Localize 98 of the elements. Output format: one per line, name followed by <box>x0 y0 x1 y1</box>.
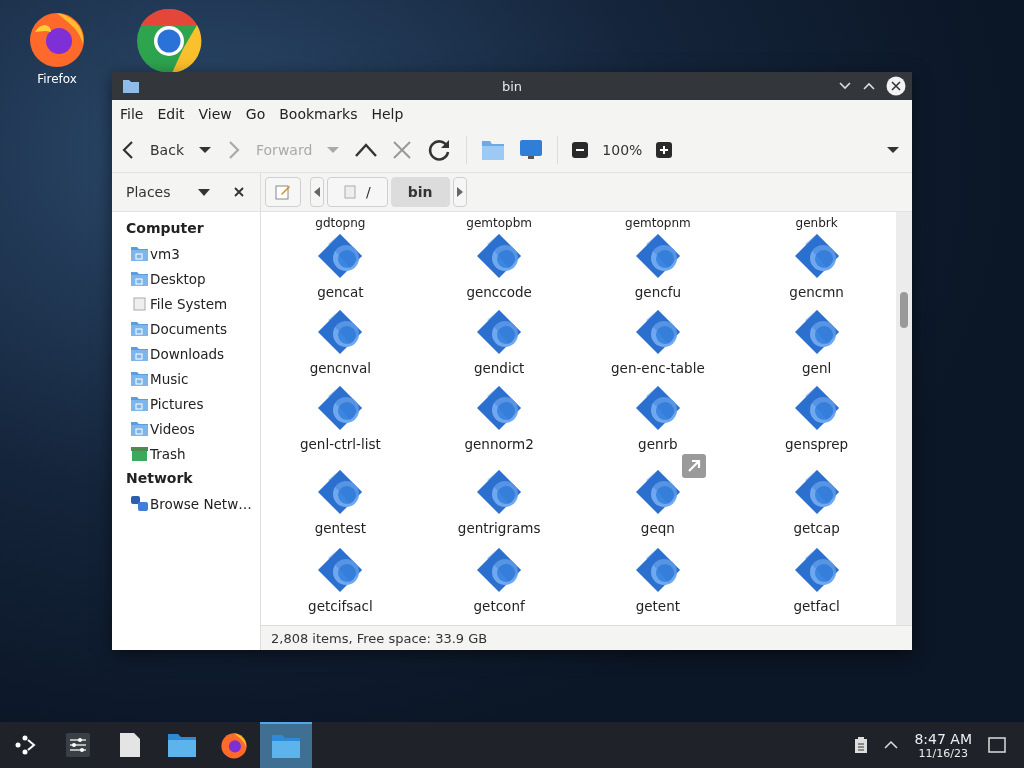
file-name[interactable]: getcap <box>793 520 840 537</box>
settings-icon <box>65 732 91 758</box>
executable-gear-icon[interactable] <box>316 384 365 432</box>
sidebar-item[interactable]: Trash <box>150 445 186 462</box>
show-desktop-icon[interactable] <box>988 737 1006 753</box>
file-name[interactable]: gentrigrams <box>457 520 541 537</box>
clock-date[interactable]: 11/16/23 <box>918 746 968 760</box>
file-name[interactable]: gen-enc-table <box>611 360 705 377</box>
section-heading: Computer <box>126 219 205 238</box>
folder-icon <box>167 732 197 758</box>
chevron-up-icon[interactable] <box>884 740 899 750</box>
file-name[interactable]: gencfu <box>634 284 681 301</box>
folder-icon <box>122 78 140 94</box>
menu-item[interactable]: Help <box>365 104 410 124</box>
zoom-out-icon[interactable] <box>572 142 589 158</box>
clock-time[interactable]: 8:47 AM <box>914 730 972 747</box>
overflow-menu-icon[interactable] <box>886 146 900 154</box>
folder-icon <box>131 321 148 336</box>
file-name[interactable]: genccode <box>466 284 532 301</box>
drive-icon <box>131 296 148 311</box>
file-name[interactable]: gencat <box>317 284 364 301</box>
sidebar-item[interactable]: Pictures <box>150 395 204 412</box>
file-name[interactable]: gentest <box>314 520 367 537</box>
path-segment-button[interactable]: / <box>327 177 388 207</box>
executable-gear-icon[interactable] <box>475 232 524 280</box>
executable-gear-icon[interactable] <box>316 468 365 516</box>
window-title: bin <box>501 78 523 94</box>
file-name[interactable]: gemtopnm <box>625 216 691 230</box>
section-heading: Network <box>126 469 194 488</box>
menu-item[interactable]: Bookmarks <box>273 104 364 124</box>
file-name[interactable]: gendict <box>473 360 525 377</box>
executable-gear-icon[interactable] <box>475 308 524 356</box>
file-name[interactable]: genbrk <box>795 216 838 230</box>
drive-icon <box>344 185 356 199</box>
menu-item[interactable]: Go <box>239 104 272 124</box>
file-name[interactable]: getent <box>635 598 681 615</box>
right-triangle-icon <box>456 187 463 197</box>
sidebar-item[interactable]: Music <box>150 370 189 387</box>
network-icon <box>131 496 148 511</box>
minimize-icon[interactable] <box>838 81 852 91</box>
sidebar-item[interactable]: Documents <box>150 320 227 337</box>
executable-gear-icon[interactable] <box>475 384 524 432</box>
path-segment-button[interactable]: bin <box>390 177 450 207</box>
menu-item[interactable]: Edit <box>151 104 191 124</box>
zoom-level: 100% <box>602 142 643 158</box>
monitor-icon[interactable] <box>519 139 544 161</box>
folder-icon <box>131 271 148 286</box>
executable-gear-icon[interactable] <box>475 468 524 516</box>
trash-icon <box>131 446 148 461</box>
sidebar-item[interactable]: Desktop <box>150 270 206 287</box>
sidebar-item[interactable]: vm3 <box>150 245 180 262</box>
caret-icon[interactable] <box>198 146 212 154</box>
sidebar-item[interactable]: Videos <box>150 420 195 437</box>
close-icon[interactable] <box>234 187 244 197</box>
folder-icon <box>131 371 148 386</box>
caret-icon[interactable] <box>198 188 210 196</box>
menu-item[interactable]: File <box>114 104 150 124</box>
file-name[interactable]: gemtopbm <box>466 216 532 230</box>
sidebar-item[interactable]: Browse Netw… <box>150 495 252 512</box>
executable-gear-icon[interactable] <box>316 546 365 594</box>
file-name[interactable]: genl <box>802 360 832 377</box>
back-button[interactable]: Back <box>120 140 184 160</box>
file-name[interactable]: genl-ctrl-list <box>300 436 381 453</box>
folder-icon <box>131 246 148 261</box>
sidebar-item[interactable]: File System <box>150 295 228 312</box>
scroll-right-button[interactable] <box>452 177 467 207</box>
scrollbar-thumb[interactable] <box>900 292 908 328</box>
folder-icon <box>131 396 148 411</box>
clipboard-icon[interactable] <box>854 737 869 753</box>
chrome-logo-icon[interactable] <box>136 8 202 74</box>
close-icon[interactable] <box>886 76 906 96</box>
scroll-left-button[interactable] <box>310 177 324 207</box>
executable-gear-icon[interactable] <box>475 546 524 594</box>
file-name[interactable]: gdtopng <box>315 216 366 230</box>
status-bar: 2,808 items, Free space: 33.9 GB <box>261 625 912 650</box>
maximize-icon[interactable] <box>862 81 876 91</box>
file-name[interactable]: genrb <box>638 436 678 453</box>
menu-item[interactable]: View <box>192 104 238 124</box>
file-name[interactable]: getfacl <box>793 598 840 615</box>
executable-gear-icon[interactable] <box>316 232 365 280</box>
firefox-logo-icon <box>220 731 248 759</box>
folder-icon <box>271 733 301 759</box>
file-name[interactable]: gennorm2 <box>464 436 534 453</box>
edit-icon <box>275 184 291 200</box>
zoom-in-icon[interactable] <box>656 142 673 158</box>
file-name[interactable]: gensprep <box>785 436 849 453</box>
folder-icon <box>131 346 148 361</box>
file-name[interactable]: gencmn <box>789 284 844 301</box>
folder-icon <box>131 421 148 436</box>
sidebar-item[interactable]: Downloads <box>150 345 225 362</box>
file-name[interactable]: getconf <box>473 598 525 615</box>
document-icon <box>119 732 141 758</box>
file-name[interactable]: getcifsacl <box>308 598 373 615</box>
file-name[interactable]: gencnval <box>309 360 372 377</box>
executable-gear-icon[interactable] <box>316 308 365 356</box>
desktop-icon-label[interactable]: Firefox <box>37 72 77 86</box>
file-name[interactable]: geqn <box>640 520 675 537</box>
left-triangle-icon <box>314 187 320 197</box>
